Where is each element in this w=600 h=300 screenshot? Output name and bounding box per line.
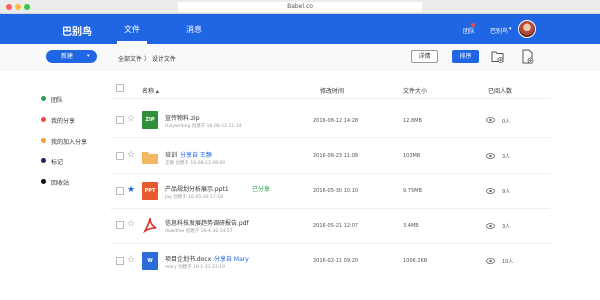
column-header-name[interactable]: 名称 ▴ [142,86,159,95]
app-header: 巴别鸟 文件 消息 团队 巴别鸟 ▾ [0,14,600,44]
close-window-button[interactable] [6,4,12,10]
status-dot [41,138,46,143]
file-meta: dowdfee 创建于 16-4-30 14:57 [165,229,233,234]
toolbar: 新建 ▾ 全部文件 〉 设计文件 详情 排序 [0,44,600,70]
sidebar-item-label: 我的分享 [51,118,76,125]
file-name[interactable]: 宣传物料.zip [165,113,200,122]
team-link[interactable]: 团队 [463,26,475,35]
modified-time: 2016-05-21 12:07 [313,223,359,229]
app-logo[interactable]: 巴别鸟 [62,23,92,38]
address-bar[interactable]: Babel.co [178,2,422,12]
modified-time: 2016-08-12 14:28 [313,118,359,124]
reader-count: 3人 [502,224,511,230]
modified-time: 2016-08-23 11:08 [313,153,359,159]
star-icon[interactable]: ☆ [127,115,135,124]
reader-count: 0人 [502,119,511,125]
sort-button[interactable]: 排序 [452,50,479,63]
row-checkbox[interactable] [116,116,124,124]
maximize-window-button[interactable] [24,4,30,10]
share-status[interactable]: 已分享 [252,184,270,193]
file-name[interactable]: 产品规划分析展示.ppt1 [165,184,229,193]
detail-button[interactable]: 详情 [411,50,438,63]
user-name[interactable]: 巴别鸟 [490,26,508,35]
row-divider [110,208,550,209]
eye-icon [486,258,495,264]
row-divider [110,173,550,174]
file-name[interactable]: 项目企划书.docx [165,254,211,263]
file-meta: Jay 创建于 16-05-30 17:18 [165,195,223,200]
eye-icon [486,153,495,159]
file-size: 1006.2KB [403,258,428,264]
share-status[interactable]: 分享自 Mary [214,254,249,263]
column-header-readers[interactable]: 已阅人数 [488,86,512,95]
reader-count: 9人 [502,189,511,195]
minimize-window-button[interactable] [15,4,21,10]
nav-files[interactable]: 文件 [124,24,140,35]
breadcrumb[interactable]: 全部文件 〉 设计文件 [118,54,176,63]
status-dot [41,96,46,101]
file-size: 12.8MB [403,118,422,124]
eye-icon [486,117,495,123]
eye-icon [486,188,495,194]
modified-time: 2016-02-11 09:20 [313,258,359,264]
row-divider [110,243,550,244]
file-meta: Holywrding 创建于 16-08-12 11:14 [165,124,242,129]
nav-messages[interactable]: 消息 [186,24,202,35]
file-meta: 王静 创建于 16-08-13 08:00 [165,161,226,166]
row-checkbox[interactable] [116,152,124,160]
status-dot [41,117,46,122]
select-all-checkbox[interactable] [116,84,124,92]
chevron-down-icon[interactable]: ▾ [87,53,90,59]
file-meta: mary 创建于 16-1-31 23:19 [165,265,225,270]
row-checkbox[interactable] [116,187,124,195]
file-name[interactable]: 信息科技发展趋势调研报告.pdf [165,218,249,227]
file-name[interactable]: 培训 [165,150,177,159]
folder-add-icon[interactable] [491,49,504,64]
file-size: 3.4MB [403,223,419,229]
pdf-file-icon [142,217,157,234]
browser-toolbar: Babel.co [0,0,600,14]
share-status[interactable]: 分享自 王静 [180,150,212,159]
folder-icon [142,152,158,164]
file-add-icon[interactable] [521,49,534,64]
avatar[interactable] [518,20,536,38]
chevron-down-icon[interactable]: ▾ [509,26,512,32]
row-checkbox[interactable] [116,257,124,265]
row-checkbox[interactable] [116,221,124,229]
sidebar-item-label: 标记 [51,159,64,166]
column-header-modified[interactable]: 修改时间 [320,86,344,95]
star-icon[interactable]: ☆ [127,151,135,160]
file-size: 9.75MB [403,188,422,194]
reader-count: 3人 [502,154,511,160]
status-dot [41,179,46,184]
reader-count: 10人 [502,259,514,265]
star-icon[interactable]: ☆ [127,256,135,265]
row-divider [110,137,550,138]
header-divider [110,98,550,99]
notification-dot [471,23,475,27]
word-file-icon: W [142,252,158,270]
zip-file-icon: ZIP [142,111,158,129]
eye-icon [486,223,495,229]
file-size: 103MB [403,153,421,159]
sidebar-item-label: 回收站 [51,180,70,187]
sidebar-item-label: 团队 [51,97,64,104]
star-icon[interactable]: ☆ [127,220,135,229]
modified-time: 2016-05-30 10:10 [313,188,359,194]
sidebar-item-label: 我的加入分享 [51,139,88,146]
status-dot [41,158,46,163]
ppt-file-icon: PPT [142,182,158,200]
column-header-size[interactable]: 文件大小 [403,86,427,95]
star-icon[interactable]: ★ [127,186,135,195]
